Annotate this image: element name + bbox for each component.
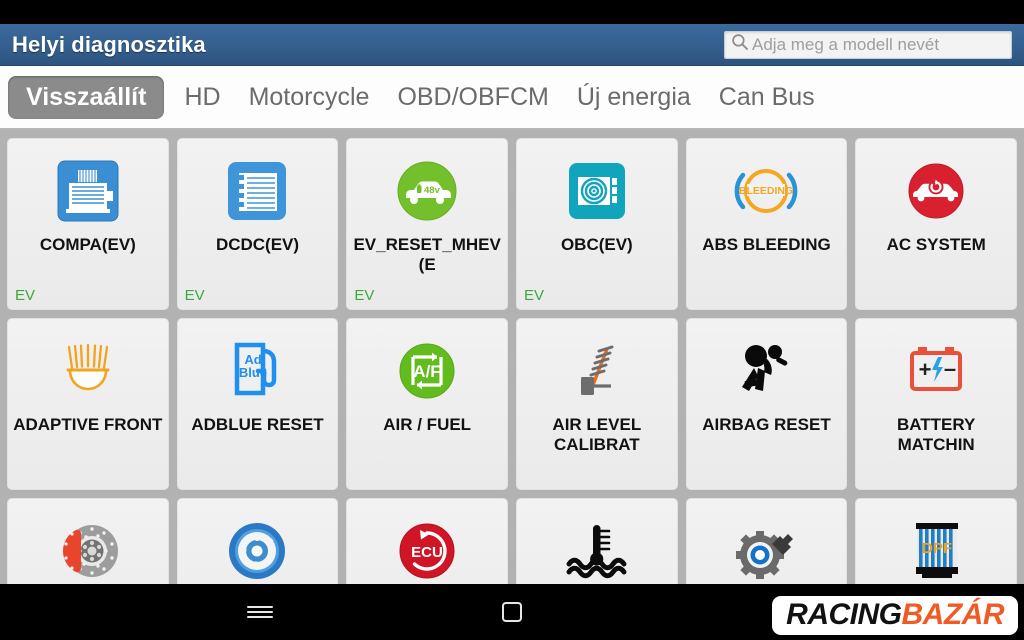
- airbag-crash-icon: [728, 333, 804, 409]
- search-input[interactable]: [749, 34, 1005, 55]
- tile-battery-matching[interactable]: + – BATTERY MATCHIN: [855, 318, 1017, 490]
- tile-adblue-reset[interactable]: Ad Blue ADBLUE RESET: [176, 318, 339, 490]
- svg-text:+: +: [919, 357, 932, 382]
- watermark-part1: RACING: [786, 598, 902, 631]
- ac-system-car-icon: [898, 153, 974, 229]
- tile-ac-system[interactable]: AC SYSTEM: [855, 138, 1017, 310]
- mhev-voltage-text: 48v: [424, 185, 441, 196]
- tile-airbag-reset[interactable]: AIRBAG RESET: [685, 318, 848, 490]
- svg-text:–: –: [944, 356, 956, 381]
- tile-label: DCDC(EV): [215, 235, 300, 254]
- android-status-bar: [0, 0, 1024, 24]
- tile-label: EV_RESET_MHEV(E: [353, 235, 501, 275]
- electric-motor-icon: [50, 153, 126, 229]
- tile-label: AIRBAG RESET: [702, 415, 831, 434]
- tab-visszaallit[interactable]: Visszaállít: [8, 75, 165, 119]
- onboard-charger-icon: [559, 153, 635, 229]
- tile-label: COMPA(EV): [39, 235, 136, 254]
- adblue-pump-icon: Ad Blue: [219, 333, 295, 409]
- wheel-rim-icon: [219, 513, 295, 584]
- tile-label: ABS BLEEDING: [702, 235, 831, 254]
- search-icon: [731, 33, 749, 56]
- hamburger-menu-icon[interactable]: [236, 584, 284, 640]
- ecu-reset-icon: ECU: [389, 513, 465, 584]
- tab-hd[interactable]: HD: [170, 84, 234, 110]
- tile-ecu-reset[interactable]: ECU: [346, 498, 508, 584]
- tile-dcdc-ev[interactable]: DCDC(EV) EV: [176, 138, 339, 310]
- tile-air-fuel[interactable]: A/F AIR / FUEL: [346, 318, 508, 490]
- tablet-screen: Helyi diagnosztika Visszaállít HD Motorc…: [0, 0, 1024, 640]
- android-navigation-bar: RACINGBAZÁR: [0, 584, 1024, 640]
- home-square-icon[interactable]: [488, 584, 536, 640]
- tile-wheel-rim[interactable]: [176, 498, 339, 584]
- menu-line: [247, 616, 273, 618]
- tab-motorcycle[interactable]: Motorcycle: [235, 84, 384, 110]
- home-square-shape: [502, 602, 522, 622]
- menu-line: [247, 606, 273, 608]
- tile-dpf[interactable]: DPF: [855, 498, 1017, 584]
- racing-bazar-watermark: RACINGBAZÁR: [772, 596, 1018, 635]
- ev-badge: EV: [524, 287, 545, 304]
- tile-label: OBC(EV): [560, 235, 633, 254]
- coolant-temperature-icon: [559, 513, 635, 584]
- function-tile-grid: COMPA(EV) EV DCDC(EV) EV 48v EV_RESET_MH…: [0, 132, 1024, 584]
- tile-label: ADAPTIVE FRONT: [13, 415, 163, 434]
- adblue-text-line2: Blue: [239, 365, 267, 380]
- dcdc-converter-icon: [219, 153, 295, 229]
- mhev-48v-car-icon: 48v: [389, 153, 465, 229]
- air-fuel-text: A/F: [413, 362, 440, 381]
- ev-badge: EV: [184, 287, 205, 304]
- air-level-sensor-icon: [559, 333, 635, 409]
- ev-badge: EV: [354, 287, 375, 304]
- gear-sensor-icon: [728, 513, 804, 584]
- tile-gear-sensor[interactable]: [685, 498, 848, 584]
- menu-line: [247, 611, 273, 613]
- battery-icon: + –: [898, 333, 974, 409]
- search-box[interactable]: [724, 30, 1012, 59]
- tile-obc-ev[interactable]: OBC(EV) EV: [516, 138, 678, 310]
- brake-disc-caliper-icon: [50, 513, 126, 584]
- tile-adaptive-front[interactable]: ADAPTIVE FRONT: [7, 318, 169, 490]
- app-header: Helyi diagnosztika: [0, 24, 1024, 66]
- page-title: Helyi diagnosztika: [12, 31, 206, 57]
- tile-compa-ev[interactable]: COMPA(EV) EV: [7, 138, 169, 310]
- tile-label: BATTERY MATCHIN: [896, 415, 976, 455]
- ev-badge: EV: [15, 287, 36, 304]
- tile-abs-bleeding[interactable]: BLEEDING ABS BLEEDING: [685, 138, 848, 310]
- tile-ev-reset-mhev[interactable]: 48v EV_RESET_MHEV(E EV: [346, 138, 508, 310]
- abs-bleeding-icon: BLEEDING: [728, 153, 804, 229]
- air-fuel-ratio-icon: A/F: [389, 333, 465, 409]
- dpf-filter-icon: DPF: [898, 513, 974, 584]
- tab-obd-obfcm[interactable]: OBD/OBFCM: [383, 84, 562, 110]
- tile-coolant-temperature[interactable]: [516, 498, 678, 584]
- tile-label: ADBLUE RESET: [191, 415, 324, 434]
- tile-label: AC SYSTEM: [886, 235, 986, 254]
- tile-label: AIR / FUEL: [383, 415, 472, 434]
- watermark-part2: BAZÁR: [901, 598, 1005, 631]
- tab-can-bus[interactable]: Can Bus: [705, 84, 829, 110]
- tile-air-level-calibrat[interactable]: AIR LEVEL CALIBRAT: [516, 318, 678, 490]
- abs-bleeding-text: BLEEDING: [739, 185, 793, 197]
- tile-label: AIR LEVEL CALIBRAT: [552, 415, 642, 455]
- ecu-text: ECU: [411, 544, 443, 561]
- tile-brake-disc[interactable]: [7, 498, 169, 584]
- dpf-text: DPF: [922, 540, 952, 557]
- adaptive-headlamp-icon: [50, 333, 126, 409]
- category-tab-bar: Visszaállít HD Motorcycle OBD/OBFCM Új e…: [0, 66, 1024, 130]
- tab-uj-energia[interactable]: Új energia: [563, 84, 705, 110]
